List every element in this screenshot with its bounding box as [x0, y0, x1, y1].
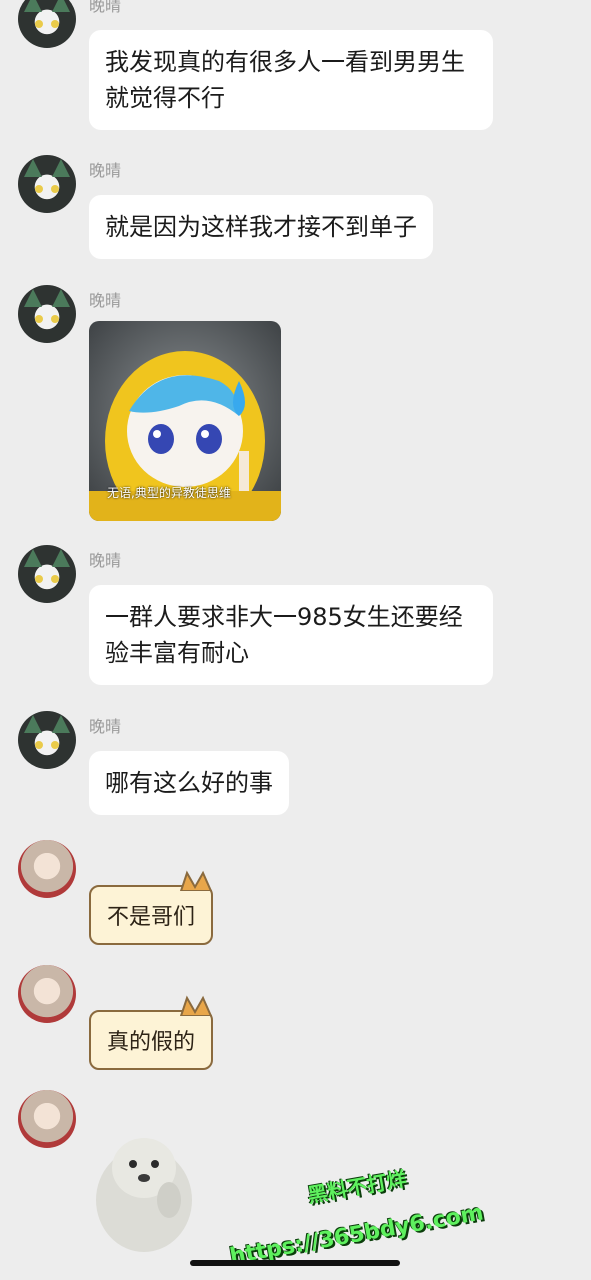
- message-text: 不是哥们: [107, 905, 196, 930]
- message-line: 就觉得不行: [105, 84, 225, 112]
- avatar[interactable]: [18, 285, 76, 343]
- avatar[interactable]: [18, 545, 76, 603]
- message-text: 真的假的: [107, 1030, 196, 1055]
- avatar[interactable]: [18, 0, 76, 48]
- sticker-image[interactable]: [89, 1130, 199, 1255]
- message-line: 哪有这么好的事: [105, 769, 273, 797]
- sender-name: 晚晴: [89, 161, 122, 180]
- message-bubble[interactable]: 哪有这么好的事: [89, 751, 289, 815]
- message-bubble[interactable]: 不是哥们: [89, 870, 214, 945]
- sender-name: 晚晴: [89, 291, 122, 310]
- watermark-title: 黑料不打烊: [305, 1166, 409, 1208]
- avatar[interactable]: [18, 840, 76, 898]
- message-bubble[interactable]: 真的假的: [89, 995, 214, 1070]
- sticker-image[interactable]: 无语,典型的异教徒思维: [89, 321, 281, 521]
- message-line: 一群人要求非大一985女生还要经: [105, 603, 463, 631]
- sticker-caption: 无语,典型的异教徒思维: [107, 486, 231, 500]
- message-line: 验丰富有耐心: [105, 639, 249, 667]
- sender-name: 晚晴: [89, 551, 122, 570]
- sender-name: 晚晴: [89, 0, 122, 15]
- home-indicator[interactable]: [190, 1260, 400, 1266]
- seal-image: [96, 1138, 192, 1252]
- avatar[interactable]: [18, 965, 76, 1023]
- message-bubble[interactable]: 一群人要求非大一985女生还要经 验丰富有耐心: [89, 585, 493, 685]
- message-bubble[interactable]: 就是因为这样我才接不到单子: [89, 195, 433, 259]
- sender-name: 晚晴: [89, 717, 122, 736]
- message-line: 我发现真的有很多人一看到男男生: [105, 48, 465, 76]
- message-bubble[interactable]: 我发现真的有很多人一看到男男生 就觉得不行: [89, 30, 493, 130]
- cat-ears-icon: [179, 995, 213, 1016]
- message-line: 就是因为这样我才接不到单子: [105, 213, 417, 241]
- cat-ears-icon: [179, 870, 213, 891]
- avatar[interactable]: [18, 155, 76, 213]
- avatar[interactable]: [18, 1090, 76, 1148]
- avatar[interactable]: [18, 711, 76, 769]
